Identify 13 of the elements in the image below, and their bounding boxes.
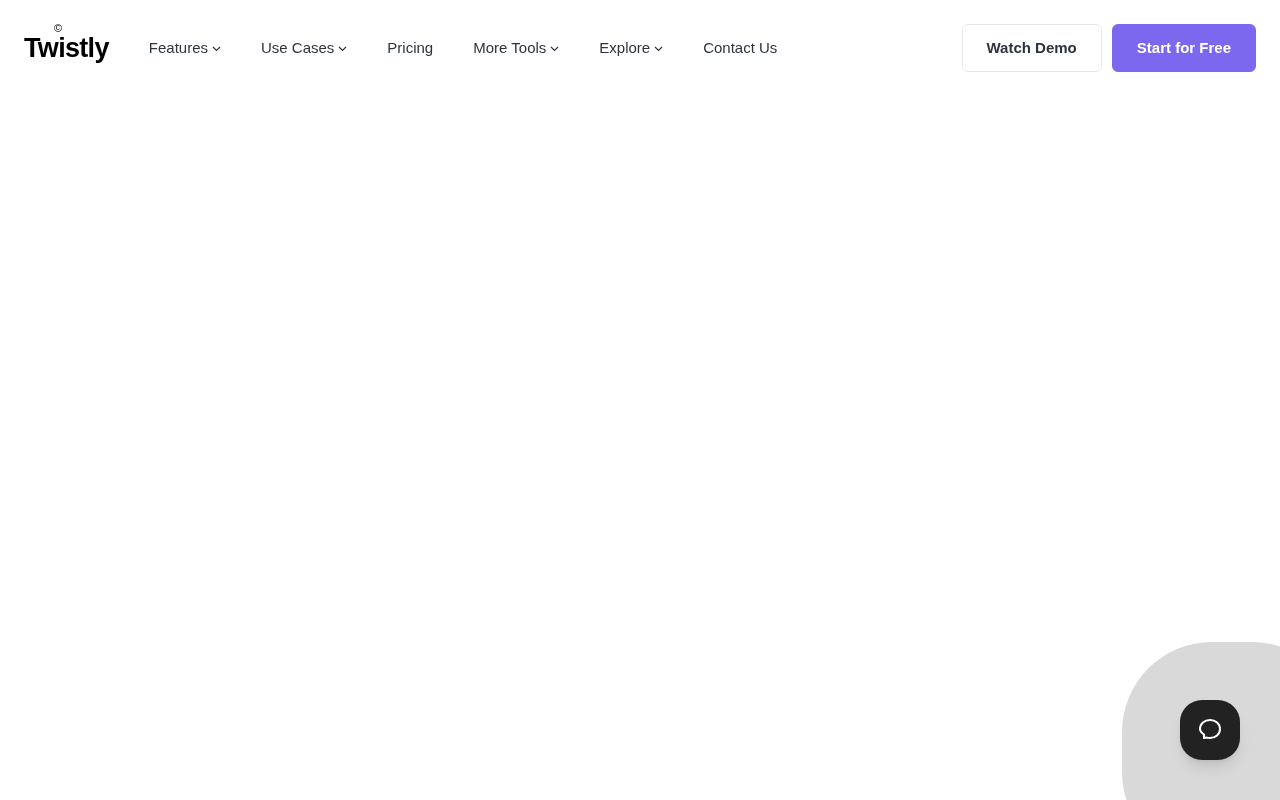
chevron-down-icon	[550, 46, 560, 52]
nav-link[interactable]: More Tools	[473, 36, 560, 60]
start-button[interactable]: Start for Free	[1111, 24, 1256, 72]
chat-button[interactable]	[1180, 700, 1240, 760]
nav-link[interactable]: Use Cases	[261, 36, 348, 60]
chevron-down-icon	[654, 46, 664, 52]
demo-button[interactable]: Watch Demo	[961, 24, 1102, 72]
nav-link[interactable]: Explore	[599, 36, 664, 60]
nav-link[interactable]: Features	[148, 36, 221, 60]
nav-link[interactable]: Pricing	[387, 36, 434, 60]
chevron-down-icon	[338, 46, 348, 52]
nav-link[interactable]: Contact Us	[703, 36, 778, 60]
chevron-down-icon	[212, 46, 221, 52]
